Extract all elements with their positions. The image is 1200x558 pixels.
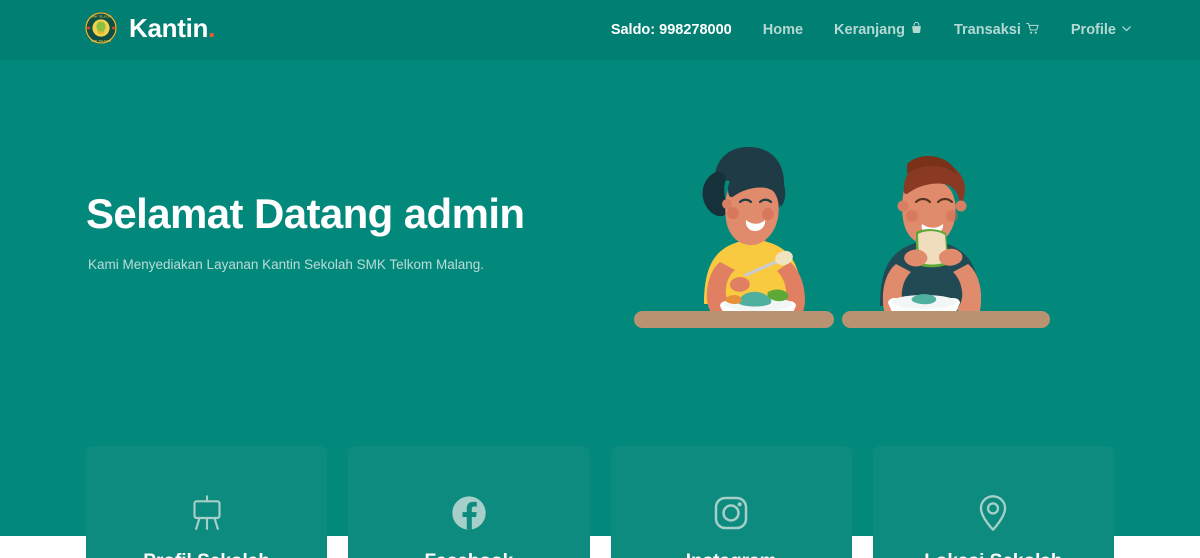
easel-board-icon [187, 493, 227, 538]
top-navbar: SMK TELKOM SMK TELKOM Kantin. Saldo: 998… [0, 0, 1200, 60]
brand-accent-dot: . [208, 13, 216, 43]
card-lokasi-sekolah[interactable]: Lokasi Sekolah [872, 446, 1114, 558]
two-students-eating-illustration [620, 128, 1090, 340]
brand-name: Kantin. [129, 13, 216, 43]
nav-link-transaksi[interactable]: Transaksi [954, 22, 1040, 39]
facebook-icon [449, 493, 489, 538]
svg-text:SMK TELKOM: SMK TELKOM [91, 39, 112, 43]
balance-label: Saldo: 998278000 [610, 22, 732, 38]
navbar-links: Saldo: 998278000 Home Keranjang Transaks… [611, 0, 1132, 60]
svg-text:SMK TELKOM: SMK TELKOM [91, 15, 112, 19]
card-instagram-label: Instagram [686, 550, 777, 558]
shopping-basket-icon [910, 21, 923, 39]
school-crest-logo-icon: SMK TELKOM SMK TELKOM [84, 11, 118, 45]
page-root: SMK TELKOM SMK TELKOM Kantin. Saldo: 998… [0, 0, 1200, 558]
card-instagram[interactable]: Instagram [610, 446, 852, 558]
map-pin-icon [973, 493, 1013, 538]
chevron-down-icon [1121, 22, 1132, 38]
nav-link-transaksi-label: Transaksi [953, 22, 1021, 38]
brand-logo-link[interactable]: SMK TELKOM SMK TELKOM Kantin. [84, 11, 215, 45]
shopping-cart-icon [1025, 22, 1040, 39]
nav-link-profile-label: Profile [1070, 22, 1116, 38]
nav-link-keranjang[interactable]: Keranjang [834, 21, 923, 39]
card-profil-sekolah[interactable]: Profil Sekolah [86, 446, 328, 558]
instagram-icon [711, 493, 751, 538]
card-profil-sekolah-label: Profil Sekolah [143, 550, 270, 558]
nav-link-keranjang-label: Keranjang [834, 22, 905, 38]
card-facebook[interactable]: Facebook [348, 446, 590, 558]
quick-link-cards: Profil Sekolah Facebook Instagram [86, 446, 1114, 558]
card-facebook-label: Facebook [425, 550, 514, 558]
page-title: Selamat Datang admin [86, 190, 525, 237]
nav-link-profile[interactable]: Profile [1071, 22, 1132, 38]
card-lokasi-sekolah-label: Lokasi Sekolah [924, 550, 1062, 558]
nav-link-home[interactable]: Home [763, 22, 803, 38]
nav-link-home-label: Home [762, 22, 804, 38]
hero-subtitle: Kami Menyediakan Layanan Kantin Sekolah … [88, 257, 484, 272]
